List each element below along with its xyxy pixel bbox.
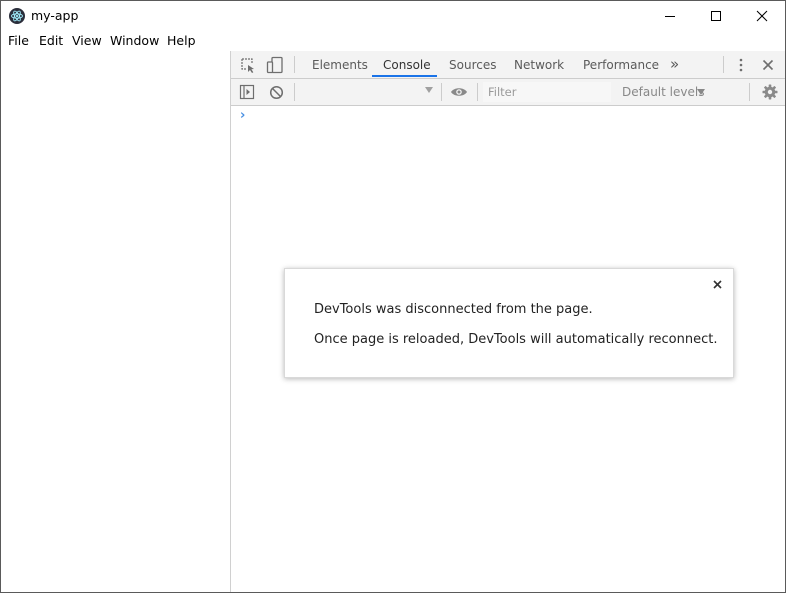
app-window: my-app File Edit View Window Help Elemen… bbox=[0, 0, 786, 593]
toolbar-divider bbox=[294, 56, 295, 73]
menu-edit[interactable]: Edit bbox=[39, 33, 63, 48]
close-dialog-icon bbox=[712, 279, 722, 289]
dialog-message-line2: Once page is reloaded, DevTools will aut… bbox=[314, 332, 718, 347]
console-sidebar-icon bbox=[239, 84, 255, 100]
tab-sources[interactable]: Sources bbox=[449, 58, 496, 72]
menu-view[interactable]: View bbox=[72, 33, 102, 48]
active-tab-indicator bbox=[372, 75, 437, 77]
title-bar[interactable]: my-app bbox=[1, 1, 785, 31]
dialog-message-line1: DevTools was disconnected from the page. bbox=[314, 302, 593, 317]
menu-window[interactable]: Window bbox=[110, 33, 159, 48]
minimize-button[interactable] bbox=[647, 1, 693, 31]
create-live-expression-button[interactable] bbox=[450, 84, 468, 100]
tab-console[interactable]: Console bbox=[383, 58, 431, 72]
menu-bar: File Edit View Window Help bbox=[1, 31, 785, 51]
inspect-element-icon bbox=[241, 58, 254, 73]
menu-file[interactable]: File bbox=[8, 33, 29, 48]
close-window-button[interactable] bbox=[739, 1, 785, 31]
menu-help[interactable]: Help bbox=[167, 33, 196, 48]
toolbar-divider bbox=[723, 56, 724, 73]
page-viewport[interactable] bbox=[1, 51, 231, 592]
toolbar-divider bbox=[441, 83, 442, 101]
inspect-element-button[interactable] bbox=[239, 57, 257, 73]
toolbar-divider bbox=[294, 83, 295, 101]
devtools-tab-bar: Elements Console Sources Network Perform… bbox=[231, 51, 785, 79]
clear-console-button[interactable] bbox=[268, 84, 284, 100]
toolbar-divider bbox=[749, 83, 750, 101]
close-dialog-button[interactable] bbox=[710, 277, 724, 291]
close-icon bbox=[756, 10, 768, 22]
show-console-sidebar-button[interactable] bbox=[239, 84, 255, 100]
chevron-down-icon bbox=[425, 87, 433, 93]
window-title: my-app bbox=[31, 8, 79, 23]
close-devtools-button[interactable] bbox=[761, 58, 775, 72]
tab-elements[interactable]: Elements bbox=[312, 58, 368, 72]
device-toolbar-button[interactable] bbox=[266, 56, 284, 74]
console-filter-input[interactable] bbox=[483, 82, 611, 102]
live-expression-eye-icon bbox=[451, 88, 467, 96]
tab-network[interactable]: Network bbox=[514, 58, 564, 72]
close-devtools-icon bbox=[762, 59, 774, 71]
electron-atom-icon bbox=[9, 8, 25, 24]
maximize-button[interactable] bbox=[693, 1, 739, 31]
console-toolbar: Default levels bbox=[231, 79, 785, 106]
maximize-icon bbox=[711, 11, 721, 21]
log-levels-dropdown[interactable]: Default levels bbox=[622, 85, 704, 99]
console-settings-button[interactable] bbox=[761, 83, 779, 101]
execution-context-select[interactable] bbox=[297, 80, 439, 104]
more-tabs-button[interactable]: » bbox=[670, 55, 679, 73]
kebab-menu-icon bbox=[739, 58, 743, 72]
minimize-icon bbox=[665, 16, 675, 17]
toolbar-divider bbox=[477, 83, 478, 101]
device-toolbar-icon bbox=[266, 56, 283, 74]
gear-icon bbox=[762, 84, 778, 100]
tab-performance[interactable]: Performance bbox=[583, 58, 659, 72]
console-prompt[interactable]: › bbox=[240, 108, 245, 123]
chevron-down-icon bbox=[697, 89, 705, 95]
customize-devtools-button[interactable] bbox=[734, 57, 748, 73]
disconnected-dialog: DevTools was disconnected from the page.… bbox=[284, 268, 734, 378]
clear-console-icon bbox=[269, 85, 283, 99]
